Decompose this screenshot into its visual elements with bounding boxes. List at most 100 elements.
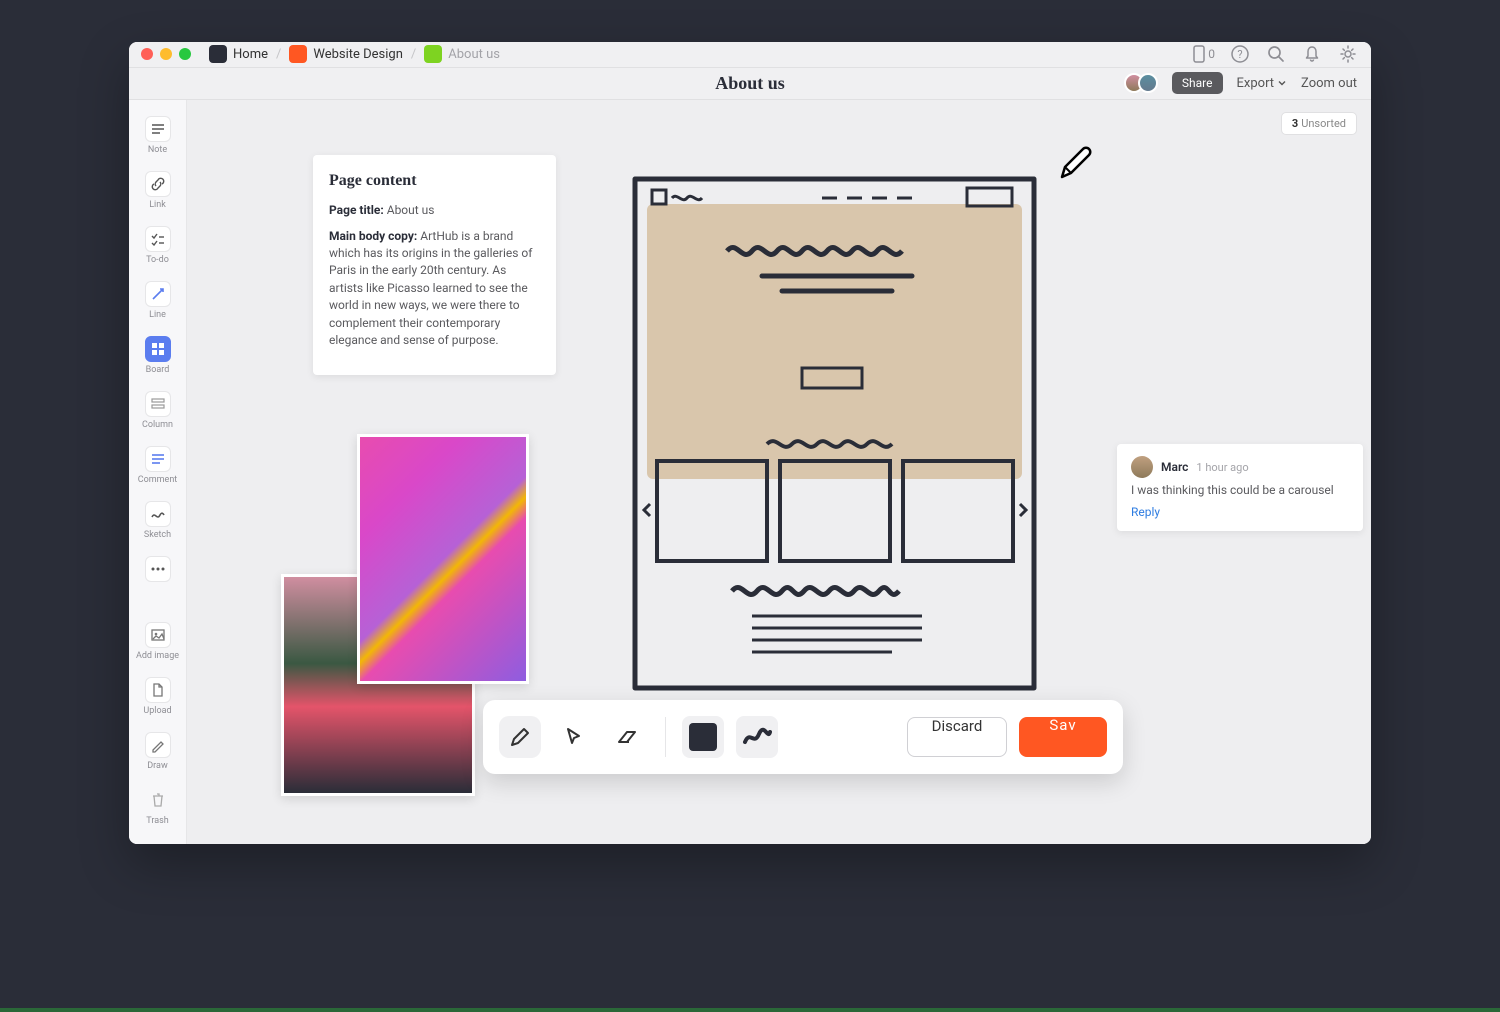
canvas[interactable]: 3Unsorted Page content Page title: About…	[187, 100, 1371, 844]
sidebar-item-note[interactable]: Note	[133, 110, 183, 161]
sidebar-item-label: Link	[149, 200, 166, 210]
breadcrumb-separator: /	[276, 47, 281, 62]
settings-button[interactable]	[1337, 43, 1359, 65]
breadcrumb: Home / Website Design / About us	[209, 45, 500, 63]
chevron-down-icon	[1277, 78, 1287, 88]
eraser-tool[interactable]	[607, 716, 649, 758]
main-body-value: ArtHub is a brand which has its origins …	[329, 229, 532, 347]
window-controls	[141, 48, 191, 60]
svg-text:?: ?	[1237, 48, 1242, 61]
brush-style[interactable]	[736, 716, 778, 758]
sidebar-item-label: Board	[146, 365, 170, 375]
sketch-icon	[145, 501, 171, 527]
pointer-tool[interactable]	[553, 716, 595, 758]
sidebar-item-link[interactable]: Link	[133, 165, 183, 216]
titlebar: Home / Website Design / About us 0 ?	[129, 42, 1371, 68]
close-window[interactable]	[141, 48, 153, 60]
page-chip-icon	[424, 45, 442, 63]
page-content-note[interactable]: Page content Page title: About us Main b…	[313, 155, 556, 375]
reference-image-paint[interactable]	[357, 434, 529, 684]
sidebar-item-draw[interactable]: Draw	[133, 726, 183, 777]
comment-header: Marc 1 hour ago	[1131, 456, 1349, 478]
comment-card[interactable]: Marc 1 hour ago I was thinking this coul…	[1117, 444, 1363, 531]
main-body-label: Main body copy:	[329, 229, 417, 243]
sidebar-item-label: Column	[142, 420, 173, 430]
sidebar-item-trash[interactable]: Trash	[133, 781, 183, 832]
sidebar-item-label: Upload	[143, 706, 171, 716]
unsorted-label: Unsorted	[1301, 117, 1346, 130]
comment-body: I was thinking this could be a carousel	[1131, 483, 1349, 497]
help-icon: ?	[1230, 44, 1250, 64]
search-button[interactable]	[1265, 43, 1287, 65]
note-heading: Page content	[329, 169, 540, 192]
sidebar-item-label: Add image	[136, 651, 179, 661]
discard-button[interactable]: Discard	[907, 717, 1007, 757]
share-button[interactable]: Share	[1172, 72, 1223, 94]
more-icon	[145, 556, 171, 582]
upload-icon	[145, 677, 171, 703]
notifications-button[interactable]	[1301, 43, 1323, 65]
column-icon	[145, 391, 171, 417]
device-indicator[interactable]: 0	[1192, 45, 1215, 63]
toolbar: About us Share Export Zoom out	[129, 68, 1371, 100]
breadcrumb-home[interactable]: Home	[209, 45, 268, 63]
minimize-window[interactable]	[160, 48, 172, 60]
sidebar-item-board[interactable]: Board	[133, 330, 183, 381]
sidebar-item-column[interactable]: Column	[133, 385, 183, 436]
gear-icon	[1338, 44, 1358, 64]
comment-reply-button[interactable]: Reply	[1131, 505, 1349, 519]
todo-icon	[145, 226, 171, 252]
draw-icon	[145, 732, 171, 758]
app-window: Home / Website Design / About us 0 ?	[129, 42, 1371, 844]
bell-icon	[1302, 44, 1322, 64]
comment-icon	[145, 446, 171, 472]
comment-author: Marc	[1161, 460, 1188, 474]
save-button[interactable]: Sav	[1019, 717, 1107, 757]
search-icon	[1266, 44, 1286, 64]
collaborator-avatars[interactable]	[1124, 73, 1158, 93]
device-icon	[1192, 45, 1206, 63]
sidebar-item-label: Sketch	[144, 530, 171, 540]
board-icon	[145, 336, 171, 362]
swatch-color	[689, 723, 717, 751]
breadcrumb-project[interactable]: Website Design	[289, 45, 403, 63]
unsorted-count: 3	[1292, 117, 1298, 130]
sidebar-item-more[interactable]	[133, 550, 183, 588]
sidebar: Note Link To-do Line Board Column Commen…	[129, 100, 187, 844]
sidebar-item-add-image[interactable]: Add image	[133, 616, 183, 667]
pencil-icon	[508, 725, 532, 749]
eraser-icon	[615, 725, 641, 749]
footer-strip	[0, 1008, 1500, 1012]
titlebar-right: 0 ?	[1192, 43, 1359, 65]
save-label: Sav	[1049, 717, 1076, 734]
maximize-window[interactable]	[179, 48, 191, 60]
image-icon	[145, 622, 171, 648]
sidebar-item-comment[interactable]: Comment	[133, 440, 183, 491]
breadcrumb-home-label: Home	[233, 47, 268, 62]
sidebar-item-sketch[interactable]: Sketch	[133, 495, 183, 546]
toolbar-actions: Share Export Zoom out	[1124, 72, 1357, 94]
breadcrumb-separator: /	[411, 47, 416, 62]
line-icon	[145, 281, 171, 307]
export-button[interactable]: Export	[1237, 76, 1288, 91]
wireframe-sketch[interactable]	[632, 176, 1037, 691]
pencil-decoration-icon	[1055, 144, 1095, 184]
brush-stroke-icon	[742, 726, 772, 748]
zoom-out-button[interactable]: Zoom out	[1301, 76, 1357, 91]
page-title: About us	[715, 73, 785, 94]
sidebar-item-todo[interactable]: To-do	[133, 220, 183, 271]
sidebar-item-line[interactable]: Line	[133, 275, 183, 326]
sidebar-item-upload[interactable]: Upload	[133, 671, 183, 722]
comment-timestamp: 1 hour ago	[1196, 461, 1248, 474]
sidebar-item-label: Note	[148, 145, 167, 155]
unsorted-badge[interactable]: 3Unsorted	[1281, 112, 1357, 135]
body: Note Link To-do Line Board Column Commen…	[129, 100, 1371, 844]
help-button[interactable]: ?	[1229, 43, 1251, 65]
sidebar-item-label: Trash	[146, 816, 168, 826]
pencil-tool[interactable]	[499, 716, 541, 758]
color-swatch[interactable]	[682, 716, 724, 758]
breadcrumb-current[interactable]: About us	[424, 45, 500, 63]
home-chip-icon	[209, 45, 227, 63]
toolbar-separator	[665, 717, 666, 757]
device-count-value: 0	[1208, 47, 1215, 61]
